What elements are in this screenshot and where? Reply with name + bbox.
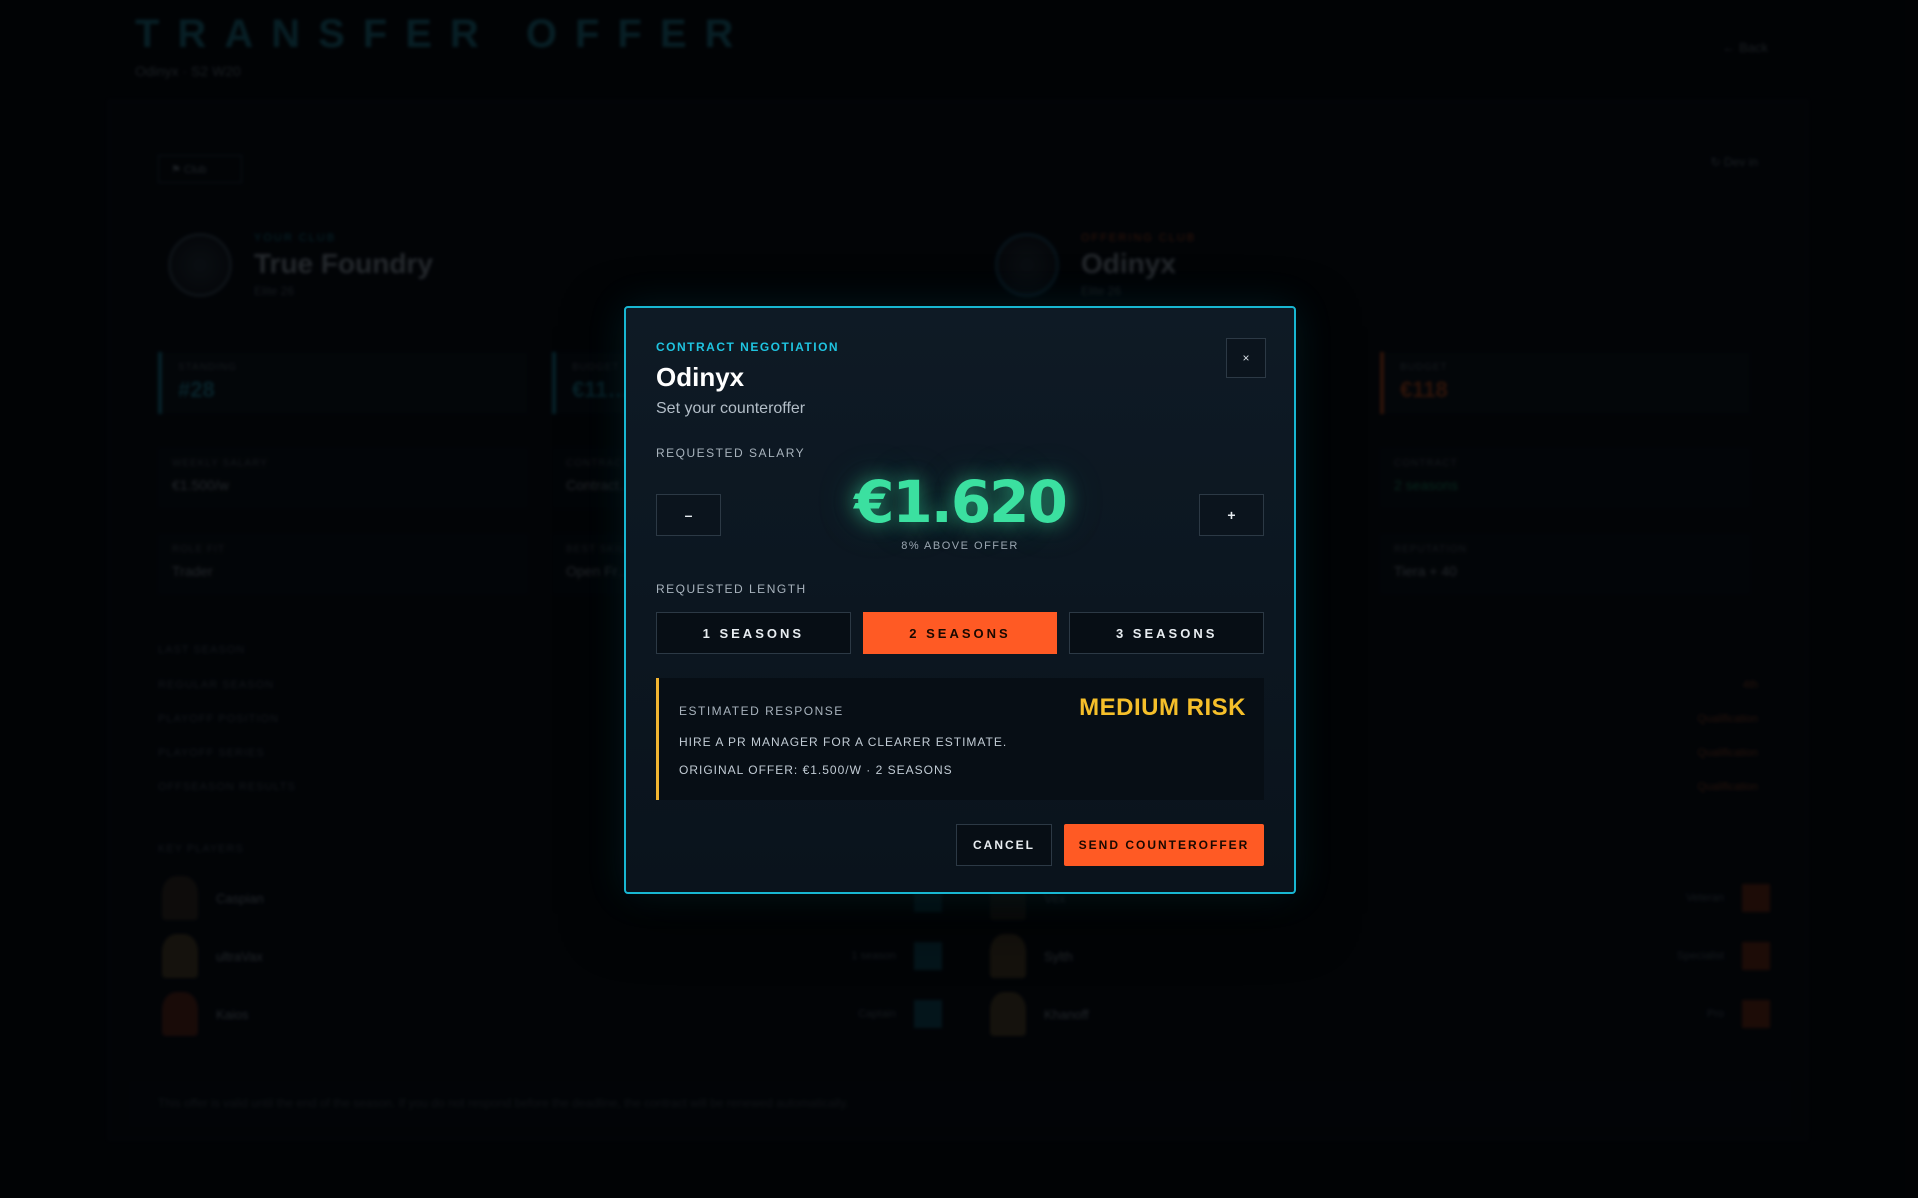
close-icon: × (1242, 351, 1250, 365)
modal-actions: CANCEL SEND COUNTEROFFER (956, 824, 1264, 866)
salary-label: REQUESTED SALARY (656, 446, 806, 460)
cancel-button[interactable]: CANCEL (956, 824, 1052, 866)
length-option-1[interactable]: 1 SEASONS (656, 612, 851, 654)
estimated-response-panel: ESTIMATED RESPONSE MEDIUM RISK HIRE A PR… (656, 678, 1264, 800)
modal-title: Odinyx (656, 362, 745, 392)
length-option-2[interactable]: 2 SEASONS (862, 612, 1058, 654)
length-option-3[interactable]: 3 SEASONS (1069, 612, 1265, 654)
modal-tag: CONTRACT NEGOTIATION (656, 340, 840, 354)
risk-badge: MEDIUM RISK (1079, 694, 1246, 721)
salary-note: 8% ABOVE OFFER (901, 540, 1019, 552)
salary-value: €1.620 (854, 468, 1068, 536)
increase-salary-button[interactable]: + (1199, 494, 1264, 536)
estimate-hint: HIRE A PR MANAGER FOR A CLEARER ESTIMATE… (679, 735, 1008, 749)
length-label: REQUESTED LENGTH (656, 582, 807, 596)
modal-subtitle: Set your counteroffer (656, 400, 806, 417)
length-options: 1 SEASONS 2 SEASONS 3 SEASONS (656, 612, 1265, 654)
negotiation-modal: CONTRACT NEGOTIATION Odinyx Set your cou… (624, 306, 1296, 894)
send-counteroffer-button[interactable]: SEND COUNTEROFFER (1064, 824, 1264, 866)
close-button[interactable]: × (1226, 338, 1266, 378)
original-offer: ORIGINAL OFFER: €1.500/W · 2 SEASONS (679, 763, 953, 777)
